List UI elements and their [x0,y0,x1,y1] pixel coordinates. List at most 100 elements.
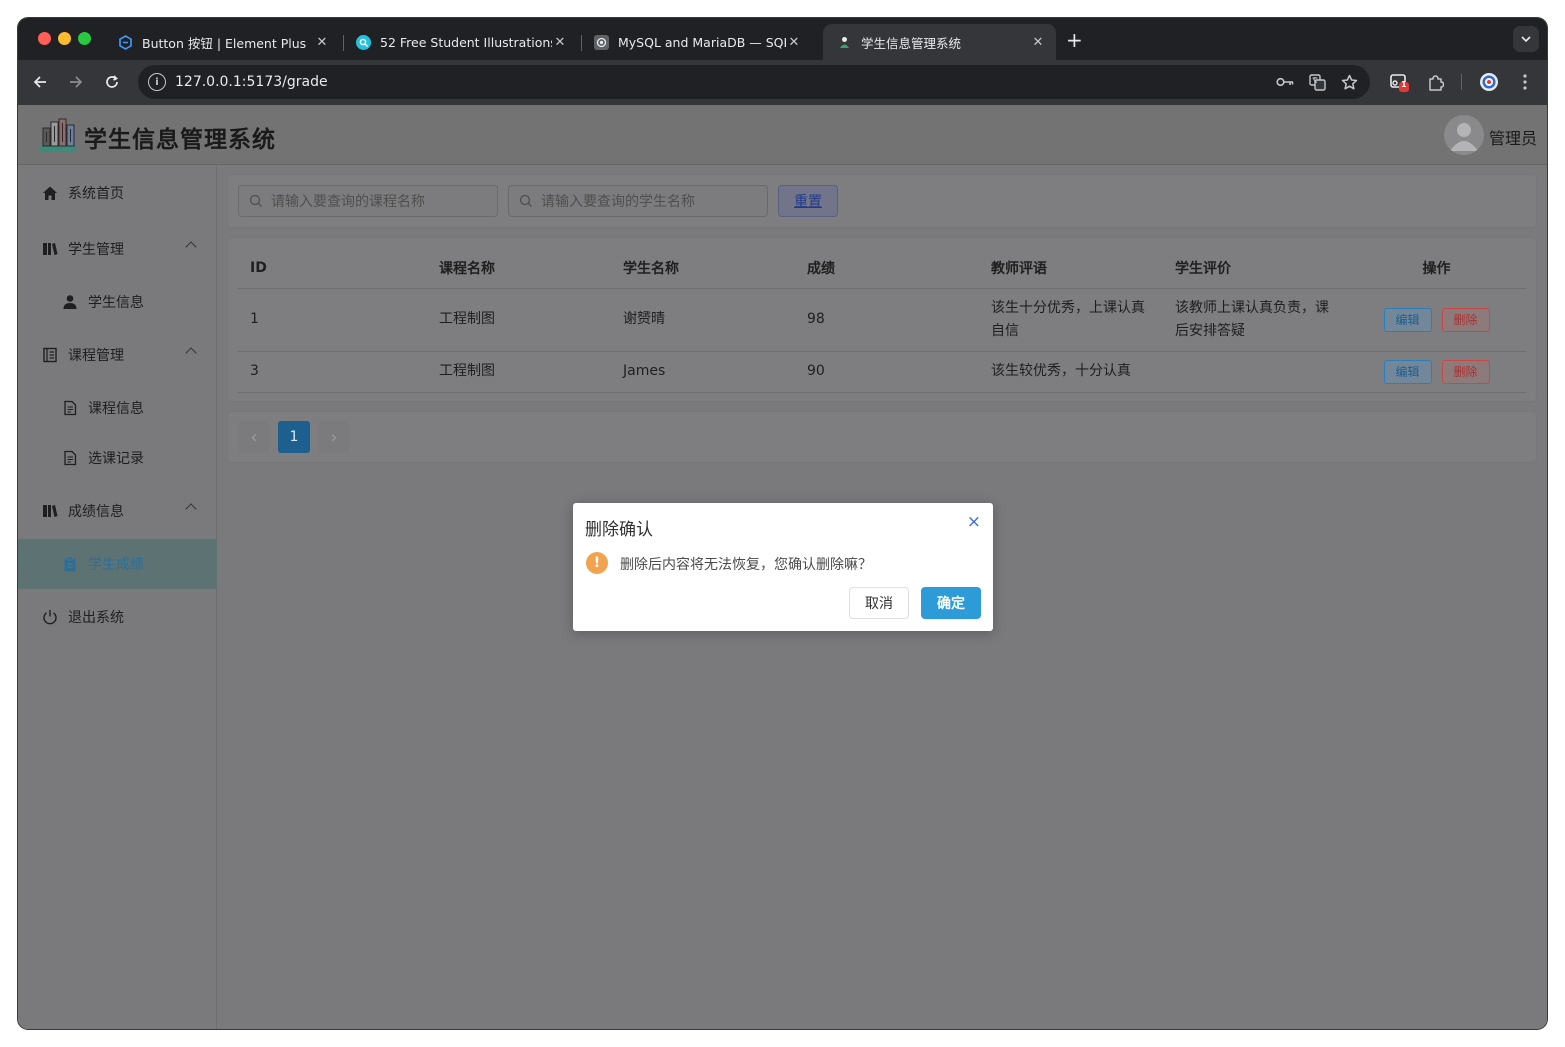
new-tab-icon[interactable]: + [1066,28,1083,52]
search-logo-icon [356,34,371,50]
home-icon [42,185,58,201]
sidebar-item-label: 学生管理 [68,242,124,258]
password-key-icon[interactable] [1274,71,1296,93]
forward-arrow-icon[interactable] [64,70,88,94]
cell-course: 工程制图 [427,351,611,393]
sidebar-item-course-info[interactable]: 课程信息 [18,383,217,433]
extension-badge-count: 1 [1401,80,1407,89]
tab-search-chevron-icon[interactable] [1513,26,1539,52]
app-header: 学生信息管理系统 管理员 [18,105,1547,165]
column-header: 成绩 [795,248,979,289]
tab-title: Button 按钮 | Element Plus [142,35,307,51]
column-header: 学生评价 [1163,248,1347,289]
sidebar-item-student-grade[interactable]: 学生成绩 [18,539,217,589]
sidebar-item-label: 学生信息 [88,295,144,311]
cell-actions: 编辑 删除 [1347,288,1526,352]
delete-button[interactable]: 删除 [1441,307,1490,332]
power-icon [42,609,58,625]
student-search-placeholder: 请输入要查询的学生名称 [541,194,695,210]
cell-actions: 编辑 删除 [1347,351,1526,393]
more-menu-icon[interactable] [1514,71,1536,93]
confirm-button[interactable]: 确定 [921,587,981,619]
page-number-button[interactable]: 1 [278,421,310,453]
table-header-row: ID 课程名称 学生名称 成绩 教师评语 学生评价 操作 [238,248,1526,289]
extensions-puzzle-icon[interactable] [1424,71,1446,93]
tab-bar: Button 按钮 | Element Plus ✕ 52 Free Stude… [18,18,1547,60]
browser-tab[interactable]: 52 Free Student Illustrations ✕ [342,24,578,60]
reload-icon[interactable] [100,70,124,94]
browser-tab[interactable]: Button 按钮 | Element Plus ✕ [104,24,340,60]
extension-badge-icon[interactable]: 1 [1388,71,1410,93]
sidebar-item-student-info[interactable]: 学生信息 [18,277,217,327]
close-window-button[interactable] [38,32,51,45]
column-header: 教师评语 [979,248,1163,289]
close-tab-icon[interactable]: ✕ [552,35,568,50]
cell-course: 工程制图 [427,288,611,352]
bookmark-star-icon[interactable] [1338,71,1360,93]
translate-icon[interactable] [1306,71,1328,93]
course-search-input[interactable]: 请输入要查询的课程名称 [238,185,498,217]
column-header: ID [238,248,427,289]
cell-student-review: 该教师上课认真负责，课后安排答疑 [1163,288,1347,352]
cancel-button[interactable]: 取消 [849,587,909,619]
pagination-card: ‹ 1 › [228,412,1536,462]
close-tab-icon[interactable]: ✕ [786,35,802,50]
user-icon [62,294,78,310]
clipboard-icon [62,556,78,572]
sidebar-group-student[interactable]: 学生管理 [18,224,217,274]
sidebar-item-label: 学生成绩 [88,557,144,573]
edit-button[interactable]: 编辑 [1383,359,1432,384]
column-header: 课程名称 [427,248,611,289]
minimize-window-button[interactable] [58,32,71,45]
sidebar-group-course[interactable]: 课程管理 [18,330,217,380]
toolbar-divider [1461,74,1462,90]
browser-tab-active[interactable]: 学生信息管理系统 ✕ [823,24,1056,60]
sidebar-item-label: 课程信息 [88,401,144,417]
grade-table: ID 课程名称 学生名称 成绩 教师评语 学生评价 操作 1 工程制图 谢赟晴 … [238,248,1526,393]
sidebar-item-enrollment[interactable]: 选课记录 [18,433,217,483]
sidebar-item-home[interactable]: 系统首页 [18,168,217,218]
delete-button[interactable]: 删除 [1441,359,1490,384]
student-logo-icon [837,35,852,50]
book-icon [42,503,58,519]
grade-table-card: ID 课程名称 学生名称 成绩 教师评语 学生评价 操作 1 工程制图 谢赟晴 … [228,238,1536,401]
delete-confirm-dialog: 删除确认 × ! 删除后内容将无法恢复，您确认删除嘛？ 取消 确定 [573,503,993,631]
student-search-input[interactable]: 请输入要查询的学生名称 [508,185,768,217]
warning-icon: ! [586,552,608,574]
sidebar-item-label: 退出系统 [68,610,124,626]
sidebar-item-label: 系统首页 [68,186,124,202]
sidebar-group-grade[interactable]: 成绩信息 [18,486,217,536]
site-info-icon[interactable]: i [148,73,166,91]
maximize-window-button[interactable] [78,32,91,45]
close-tab-icon[interactable]: ✕ [314,35,330,50]
dialog-title: 删除确认 [585,520,653,540]
reset-button[interactable]: 重置 [778,185,838,217]
column-header: 学生名称 [611,248,795,289]
dialog-message: 删除后内容将无法恢复，您确认删除嘛？ [620,557,872,573]
tab-title: MySQL and MariaDB — SQLA [618,34,786,50]
close-icon[interactable]: × [967,512,981,532]
chevron-up-icon [185,241,197,253]
browser-tab[interactable]: MySQL and MariaDB — SQLA ✕ [580,24,812,60]
column-header: 操作 [1347,248,1526,289]
user-avatar-icon[interactable] [1444,115,1484,155]
element-plus-logo-icon [118,34,133,50]
back-arrow-icon[interactable] [28,70,52,94]
close-tab-icon[interactable]: ✕ [1030,35,1046,50]
address-bar[interactable]: i 127.0.0.1:5173/grade [138,65,1370,99]
notebook-icon [42,347,58,363]
cell-teacher-comment: 该生较优秀，十分认真 [979,351,1163,393]
sidebar-item-logout[interactable]: 退出系统 [18,592,217,642]
prev-page-button[interactable]: ‹ [238,421,270,453]
edit-button[interactable]: 编辑 [1383,307,1432,332]
user-name[interactable]: 管理员 [1489,125,1537,149]
document-icon [62,400,78,416]
document-icon [62,450,78,466]
sidebar-menu: 系统首页 学生管理 学生信息 课程管理 课程信息 选课记录 成绩信息 学生成绩 … [18,165,217,1029]
course-search-placeholder: 请输入要查询的课程名称 [271,194,425,210]
profile-avatar-icon[interactable] [1478,71,1500,93]
next-page-button[interactable]: › [318,421,350,453]
tab-title: 52 Free Student Illustrations [380,34,552,50]
cell-student: James [611,351,795,393]
sidebar-item-label: 选课记录 [88,451,144,467]
